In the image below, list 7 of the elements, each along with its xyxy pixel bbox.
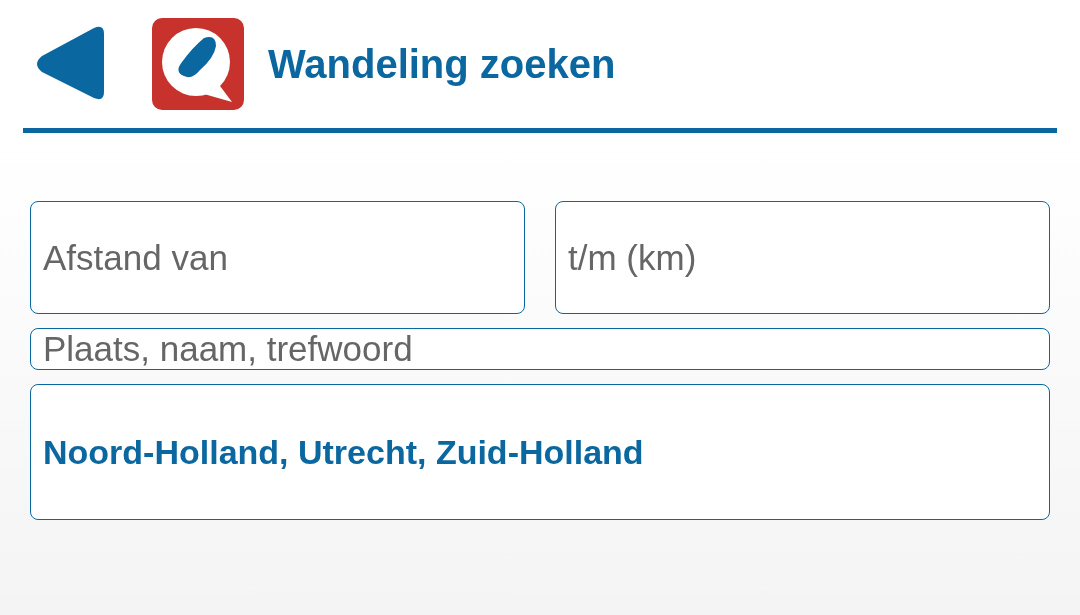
app-logo-icon: [152, 18, 244, 110]
back-icon[interactable]: [34, 26, 106, 102]
search-field[interactable]: Plaats, naam, trefwoord: [30, 328, 1050, 370]
input-field[interactable]: t/m (km): [555, 201, 1050, 314]
page-title: Wandeling zoeken: [268, 41, 616, 87]
input-field[interactable]: Afstand van: [30, 201, 525, 314]
region-select[interactable]: Noord-Holland, Utrecht, Zuid-Holland: [30, 384, 1050, 520]
